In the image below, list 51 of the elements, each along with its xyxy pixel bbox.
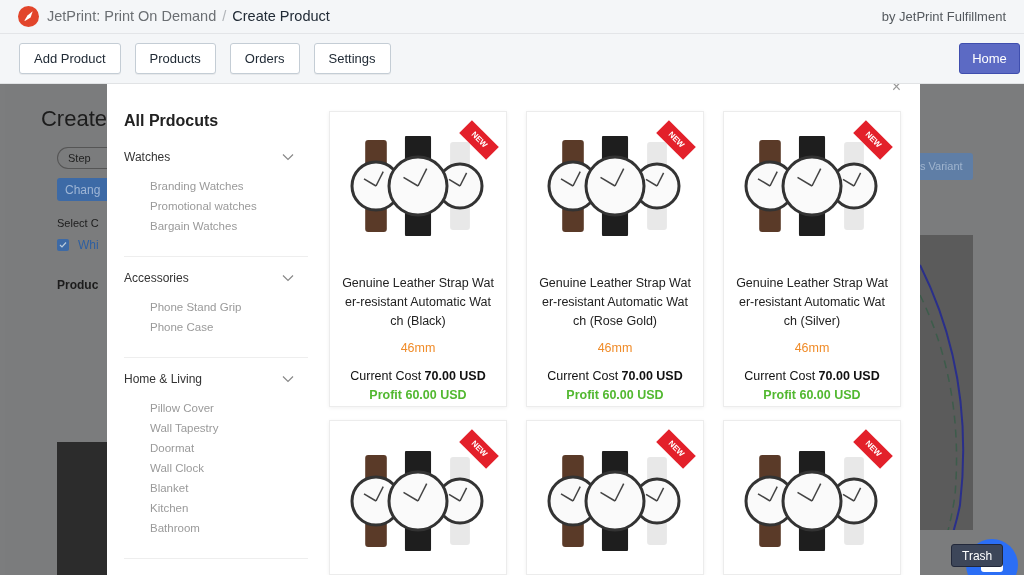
subcategory-link[interactable]: Blanket <box>150 478 308 498</box>
subcategory-link[interactable]: Promotional watches <box>150 196 308 216</box>
category-name: Accessories <box>124 270 189 287</box>
current-cost: Current Cost 70.00 USD <box>350 368 486 385</box>
subcategory-link[interactable]: Wall Clock <box>150 458 308 478</box>
page-heading: Create <box>40 105 107 133</box>
select-label: Select C <box>57 216 99 231</box>
profit-amount: Profit 60.00 USD <box>566 387 664 404</box>
profit-amount: Profit 60.00 USD <box>763 387 861 404</box>
section-heading: Produc <box>57 276 99 294</box>
breadcrumb-separator: / <box>222 6 227 26</box>
product-size: 46mm <box>597 340 633 357</box>
subcategory-link[interactable]: Pillow Cover <box>150 398 308 418</box>
rocket-logo-icon <box>18 6 39 27</box>
chevron-down-icon[interactable] <box>282 274 294 282</box>
profit-amount: Profit 60.00 USD <box>369 387 467 404</box>
home-button[interactable]: Home <box>959 43 1020 74</box>
product-size: 46mm <box>400 340 436 357</box>
subcategory-link[interactable]: Kitchen <box>150 498 308 518</box>
option-label: Whi <box>78 236 99 254</box>
subcategory-link[interactable]: Phone Case <box>150 317 308 337</box>
product-title: Genuine Leather Strap Water-resistant Automatic Watch (Rose Gold) <box>539 275 691 330</box>
subcategory-link[interactable]: Branding Watches <box>150 176 308 196</box>
checkbox[interactable] <box>57 238 69 251</box>
nav-button[interactable]: Orders <box>229 43 300 74</box>
nav-button[interactable]: Products <box>134 43 216 74</box>
modal-title: All Prdocuts <box>124 111 220 131</box>
category-name: Watches <box>124 149 171 166</box>
current-cost: Current Cost 70.00 USD <box>744 368 880 385</box>
page-title: Create Product <box>232 6 330 26</box>
product-title: Genuine Leather Strap Water-resistant Automatic Watch (Black) <box>342 275 494 330</box>
subcategory-link[interactable]: Phone Stand Grip <box>150 297 308 317</box>
nav-button[interactable]: Settings <box>313 43 391 74</box>
current-cost: Current Cost 70.00 USD <box>547 368 683 385</box>
subcategory-link[interactable]: Wall Tapestry <box>150 418 308 438</box>
subcategory-link[interactable]: Doormat <box>150 438 308 458</box>
chevron-down-icon[interactable] <box>282 153 294 161</box>
change-button[interactable]: Chang <box>57 178 107 201</box>
category-name: Home & Living <box>124 371 203 388</box>
chevron-down-icon[interactable] <box>282 375 294 383</box>
category-header[interactable]: Accessories <box>124 267 308 289</box>
app-name-link[interactable]: JetPrint: Print On Demand <box>47 5 217 28</box>
nav-button[interactable]: Add Product <box>19 43 121 74</box>
product-size: 46mm <box>794 340 830 357</box>
category-header[interactable]: Watches <box>124 146 308 168</box>
subcategory-link[interactable]: Bathroom <box>150 518 308 538</box>
product-title: Genuine Leather Strap Water-resistant Automatic Watch (Silver) <box>736 275 888 330</box>
subcategory-link[interactable]: Bargain Watches <box>150 216 308 236</box>
category-header[interactable]: Home & Living <box>124 368 308 390</box>
vendor-label: by JetPrint Fulfillment <box>881 7 1006 26</box>
trash-tooltip: Trash <box>951 544 1004 567</box>
